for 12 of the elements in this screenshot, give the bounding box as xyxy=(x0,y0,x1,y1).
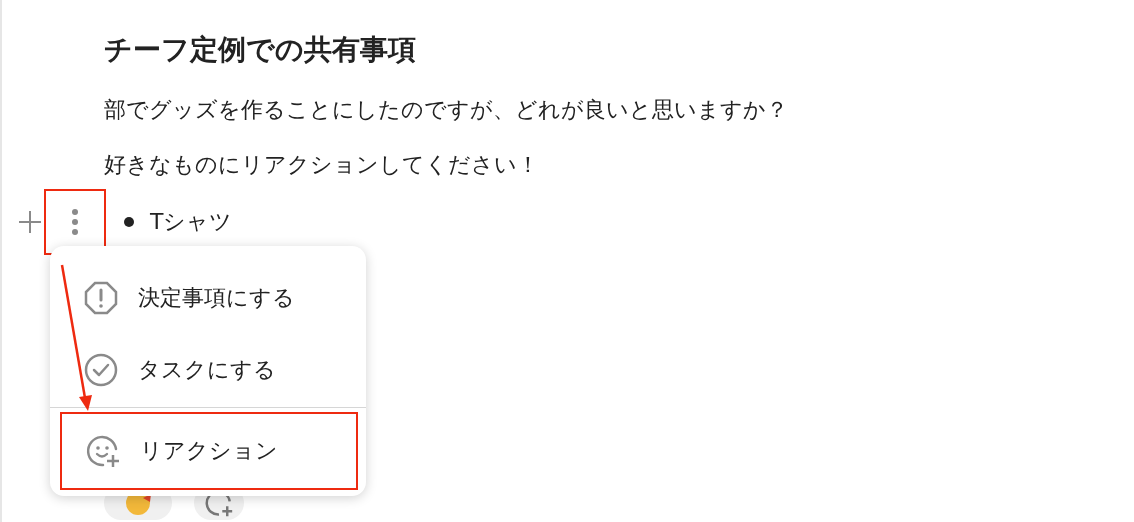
menu-item[interactable]: タスクにする xyxy=(50,334,366,406)
menu-item[interactable]: 決定事項にする xyxy=(50,262,366,334)
paragraph: 好きなものにリアクションしてください！ xyxy=(104,151,540,179)
page-title: チーフ定例での共有事項 xyxy=(104,32,417,68)
paragraph: 部でグッズを作ることにしたのですが、どれが良いと思いますか？ xyxy=(104,96,789,124)
add-emoji-icon xyxy=(86,434,120,468)
check-circle-icon xyxy=(84,353,118,387)
list-item: Tシャツ xyxy=(150,208,233,236)
plus-icon[interactable] xyxy=(18,210,42,234)
alert-icon xyxy=(84,281,118,315)
bullet-dot xyxy=(124,217,134,227)
menu-item[interactable]: リアクション xyxy=(60,412,358,490)
